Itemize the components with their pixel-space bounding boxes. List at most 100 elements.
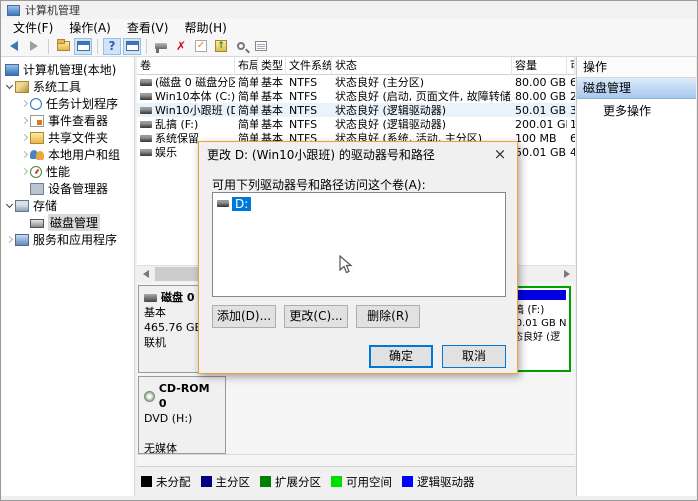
- column-header-type[interactable]: 类型: [258, 57, 286, 75]
- gauge-icon: [30, 166, 42, 178]
- console-tree: 计算机管理(本地) 系统工具 任务计划程序 事件查看器 共享文件夹 本地用户和组: [1, 57, 135, 496]
- up-folder-icon[interactable]: ↑: [212, 38, 230, 55]
- legend-unallocated: 未分配: [141, 474, 191, 490]
- volume-icon: [140, 93, 152, 100]
- toolbar-separator: [48, 39, 49, 54]
- list-item-selected[interactable]: D:: [217, 197, 251, 211]
- device-icon: [30, 183, 44, 195]
- help-icon[interactable]: ?: [103, 38, 121, 55]
- event-log-icon: [30, 115, 44, 127]
- drive-letter-listbox[interactable]: D:: [212, 192, 506, 297]
- actions-panel: 操作 磁盘管理 更多操作: [576, 57, 696, 496]
- tool-icon[interactable]: [152, 38, 170, 55]
- cancel-button[interactable]: 取消: [442, 345, 506, 368]
- volume-icon: [140, 121, 152, 128]
- tree-item-task-scheduler[interactable]: 任务计划程序: [1, 95, 134, 112]
- close-icon[interactable]: ×: [491, 145, 509, 163]
- column-header-volume[interactable]: 卷: [137, 57, 235, 75]
- shared-folder-icon: [30, 132, 44, 144]
- column-header-layout[interactable]: 布局: [235, 57, 258, 75]
- toolbar-separator: [146, 39, 147, 54]
- title-bar: 计算机管理: [1, 1, 697, 19]
- tree-item-shared-folders[interactable]: 共享文件夹: [1, 129, 134, 146]
- forward-icon[interactable]: [25, 38, 43, 55]
- add-button[interactable]: 添加(D)...: [212, 305, 276, 328]
- legend-swatch: [402, 476, 413, 487]
- menu-action[interactable]: 操作(A): [61, 18, 119, 37]
- legend-primary: 主分区: [201, 474, 251, 490]
- chevron-right-icon[interactable]: [19, 101, 29, 106]
- table-row[interactable]: 乱搞 (F:) 简单 基本 NTFS 状态良好 (逻辑驱动器) 200.01 G…: [137, 117, 575, 131]
- folder-export-icon[interactable]: [54, 38, 72, 55]
- legend-logical-drive: 逻辑驱动器: [402, 474, 475, 490]
- disk-icon: [144, 294, 157, 302]
- users-icon: [30, 149, 44, 161]
- menu-view[interactable]: 查看(V): [119, 18, 177, 37]
- column-header-free[interactable]: 可: [567, 57, 575, 75]
- toolbar: ? ✗ ✓ ↑: [1, 36, 697, 57]
- chevron-down-icon[interactable]: [4, 204, 14, 207]
- change-button[interactable]: 更改(C)...: [284, 305, 348, 328]
- divider: [137, 454, 575, 455]
- column-header-status[interactable]: 状态: [332, 57, 512, 75]
- chevron-right-icon[interactable]: [19, 152, 29, 157]
- console-tree-icon[interactable]: [74, 38, 92, 55]
- tree-item-event-viewer[interactable]: 事件查看器: [1, 112, 134, 129]
- action-pane-icon[interactable]: [123, 38, 141, 55]
- column-header-filesystem[interactable]: 文件系统: [286, 57, 332, 75]
- dialog-title-bar: 更改 D: (Win10小跟班) 的驱动器号和路径 ×: [199, 142, 517, 166]
- table-row[interactable]: (磁盘 0 磁盘分区 2) 简单 基本 NTFS 状态良好 (主分区) 80.0…: [137, 75, 575, 89]
- menu-file[interactable]: 文件(F): [5, 18, 61, 37]
- disk-icon: [30, 219, 44, 228]
- tree-item-local-users-groups[interactable]: 本地用户和组: [1, 146, 134, 163]
- tree-item-storage[interactable]: 存储: [1, 197, 134, 214]
- column-header-capacity[interactable]: 容量: [512, 57, 567, 75]
- computer-icon: [5, 64, 19, 76]
- table-row-selected[interactable]: Win10小跟班 (D:) 简单 基本 NTFS 状态良好 (逻辑驱动器) 50…: [137, 103, 575, 117]
- cd-icon: [144, 391, 155, 402]
- legend-extended: 扩展分区: [260, 474, 321, 490]
- window-title: 计算机管理: [25, 2, 80, 18]
- legend-bar: 未分配 主分区 扩展分区 可用空间 逻辑驱动器: [137, 466, 575, 496]
- ok-button[interactable]: 确定: [369, 345, 433, 368]
- remove-button[interactable]: 删除(R): [356, 305, 420, 328]
- tree-item-services-applications[interactable]: 服务和应用程序: [1, 231, 134, 248]
- app-icon: [7, 5, 20, 16]
- tree-item-device-manager[interactable]: 设备管理器: [1, 180, 134, 197]
- back-icon[interactable]: [5, 38, 23, 55]
- cdrom-info-box[interactable]: CD-ROM 0 DVD (H:) 无媒体: [138, 376, 226, 454]
- legend-swatch: [141, 476, 152, 487]
- volume-list-header: 卷 布局 类型 文件系统 状态 容量 可: [137, 57, 575, 75]
- volume-icon: [140, 135, 152, 142]
- storage-icon: [15, 200, 29, 212]
- properties-icon[interactable]: [252, 38, 270, 55]
- services-icon: [15, 234, 29, 246]
- chevron-down-icon[interactable]: [4, 85, 14, 88]
- chevron-right-icon[interactable]: [4, 237, 14, 242]
- scroll-left-icon[interactable]: [137, 266, 154, 282]
- volume-icon: [140, 107, 152, 114]
- dialog-title: 更改 D: (Win10小跟班) 的驱动器号和路径: [207, 146, 491, 163]
- check-icon[interactable]: ✓: [192, 38, 210, 55]
- legend-swatch: [331, 476, 342, 487]
- chevron-right-icon[interactable]: [19, 118, 29, 123]
- tree-item-performance[interactable]: 性能: [1, 163, 134, 180]
- menu-help[interactable]: 帮助(H): [176, 18, 234, 37]
- more-actions[interactable]: 更多操作: [577, 99, 696, 123]
- delete-icon[interactable]: ✗: [172, 38, 190, 55]
- chevron-right-icon[interactable]: [19, 135, 29, 140]
- scroll-right-icon[interactable]: [558, 266, 575, 282]
- tree-item-system-tools[interactable]: 系统工具: [1, 78, 134, 95]
- table-row[interactable]: Win10本体 (C:) 简单 基本 NTFS 状态良好 (启动, 页面文件, …: [137, 89, 575, 103]
- tools-icon: [15, 81, 29, 93]
- tree-item-disk-management[interactable]: 磁盘管理: [1, 214, 134, 231]
- legend-free-space: 可用空间: [331, 474, 392, 490]
- change-drive-letter-dialog: 更改 D: (Win10小跟班) 的驱动器号和路径 × 可用下列驱动器号和路径访…: [198, 141, 518, 374]
- toolbar-separator: [97, 39, 98, 54]
- computer-management-window: 计算机管理 文件(F) 操作(A) 查看(V) 帮助(H) ? ✗ ✓ ↑ 计算…: [0, 0, 698, 501]
- volume-icon: [217, 200, 229, 207]
- search-icon[interactable]: [232, 38, 250, 55]
- chevron-right-icon[interactable]: [19, 169, 29, 174]
- actions-group-disk-management[interactable]: 磁盘管理: [577, 78, 696, 99]
- tree-item-computer-management[interactable]: 计算机管理(本地): [1, 61, 134, 78]
